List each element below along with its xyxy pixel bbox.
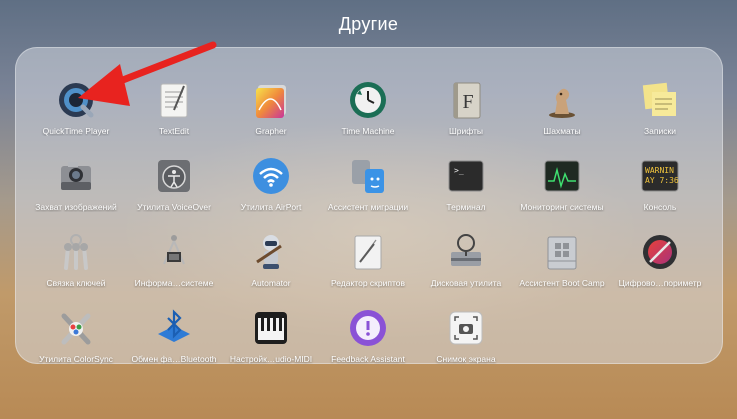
console-icon: WARNIN AY 7:36 xyxy=(641,160,679,192)
app-label: Шахматы xyxy=(543,126,581,136)
boot-camp-icon xyxy=(547,236,577,270)
app-font-book[interactable]: F Шрифты xyxy=(418,80,514,150)
app-label: Редактор скриптов xyxy=(330,278,406,288)
app-label: Настройк…udio-MIDI xyxy=(229,354,313,364)
quicktime-icon xyxy=(59,83,94,118)
app-grid: QuickTime Player TextEdit Grapher Time M… xyxy=(0,0,737,419)
app-label: Консоль xyxy=(643,202,677,212)
app-system-information[interactable]: Информа…системе xyxy=(126,232,222,302)
app-script-editor[interactable]: Редактор скриптов xyxy=(320,232,416,302)
app-label: QuickTime Player xyxy=(42,126,110,136)
activity-monitor-icon xyxy=(544,160,580,192)
app-label: Automator xyxy=(251,278,291,288)
app-label: Утилита VoiceOver xyxy=(137,202,211,212)
app-label: Time Machine xyxy=(341,126,395,136)
app-label: Информа…системе xyxy=(134,278,214,288)
app-label: Дисковая утилита xyxy=(430,278,502,288)
app-label: Grapher xyxy=(255,126,287,136)
console-icon-warning-text: WARNIN xyxy=(645,166,674,175)
app-boot-camp-assistant[interactable]: Ассистент Boot Camp xyxy=(514,232,610,302)
app-disk-utility[interactable]: Дисковая утилита xyxy=(418,232,514,302)
app-textedit[interactable]: TextEdit xyxy=(126,80,222,150)
app-label: Мониторинг системы xyxy=(520,202,604,212)
migration-assistant-icon xyxy=(352,160,384,193)
app-bluetooth-file-exchange[interactable]: Обмен фа…Bluetooth xyxy=(126,308,222,378)
app-keychain-access[interactable]: Связка ключей xyxy=(28,232,124,302)
font-book-icon: F xyxy=(453,82,481,119)
app-label: Цифрово…пориметр xyxy=(618,278,702,288)
terminal-icon: >_ xyxy=(448,160,484,192)
textedit-icon xyxy=(160,83,188,118)
app-screenshot[interactable]: Снимок экрана xyxy=(418,308,514,378)
app-quicktime-player[interactable]: QuickTime Player xyxy=(28,80,124,150)
automator-icon xyxy=(256,235,282,269)
app-audio-midi-setup[interactable]: Настройк…udio-MIDI xyxy=(223,308,319,378)
app-terminal[interactable]: >_ Терминал xyxy=(418,156,514,226)
svg-text:>_: >_ xyxy=(454,166,464,175)
screenshot-icon xyxy=(449,311,483,345)
app-time-machine[interactable]: Time Machine xyxy=(320,80,416,150)
voiceover-icon xyxy=(158,160,190,192)
app-colorsync-utility[interactable]: Утилита ColorSync xyxy=(28,308,124,378)
audio-midi-icon xyxy=(255,312,287,344)
app-label: Ассистент миграции xyxy=(327,202,409,212)
app-automator[interactable]: Automator xyxy=(223,232,319,302)
app-voiceover-utility[interactable]: Утилита VoiceOver xyxy=(126,156,222,226)
digital-color-meter-icon xyxy=(643,235,677,269)
chess-icon xyxy=(549,88,575,118)
app-label: Feedback Assistant xyxy=(331,354,405,364)
feedback-assistant-icon xyxy=(350,310,386,346)
grapher-icon xyxy=(256,85,286,118)
app-label: Утилита AirPort xyxy=(240,202,302,212)
app-chess[interactable]: Шахматы xyxy=(514,80,610,150)
time-machine-icon xyxy=(350,82,386,118)
app-activity-monitor[interactable]: Мониторинг системы xyxy=(514,156,610,226)
app-label: Захват изображений xyxy=(35,202,117,212)
app-image-capture[interactable]: Захват изображений xyxy=(28,156,124,226)
bluetooth-icon xyxy=(158,309,190,342)
console-icon-time-text: AY 7:36 xyxy=(645,176,679,185)
app-label: Ассистент Boot Camp xyxy=(519,278,605,288)
app-digital-color-meter[interactable]: Цифрово…пориметр xyxy=(612,232,708,302)
disk-utility-icon xyxy=(451,234,481,266)
app-stickies[interactable]: Записки xyxy=(612,80,708,150)
stickies-icon xyxy=(642,82,676,116)
app-label: Связка ключей xyxy=(46,278,106,288)
system-info-icon xyxy=(163,235,185,265)
app-feedback-assistant[interactable]: Feedback Assistant xyxy=(320,308,416,378)
app-label: Снимок экрана xyxy=(436,354,496,364)
app-label: TextEdit xyxy=(158,126,190,136)
keychain-icon xyxy=(64,234,88,270)
app-label: Утилита ColorSync xyxy=(39,354,113,364)
script-editor-icon xyxy=(354,235,382,270)
app-label: Обмен фа…Bluetooth xyxy=(131,354,217,364)
image-capture-icon xyxy=(61,162,91,190)
airport-icon xyxy=(253,158,289,194)
app-airport-utility[interactable]: Утилита AirPort xyxy=(223,156,319,226)
app-grapher[interactable]: Grapher xyxy=(223,80,319,150)
app-label: Записки xyxy=(644,126,676,136)
app-label: Терминал xyxy=(446,202,486,212)
app-console[interactable]: WARNIN AY 7:36 Консоль xyxy=(612,156,708,226)
colorsync-icon xyxy=(61,313,91,345)
app-migration-assistant[interactable]: Ассистент миграции xyxy=(320,156,416,226)
app-label: Шрифты xyxy=(448,126,484,136)
svg-text:F: F xyxy=(462,91,473,113)
